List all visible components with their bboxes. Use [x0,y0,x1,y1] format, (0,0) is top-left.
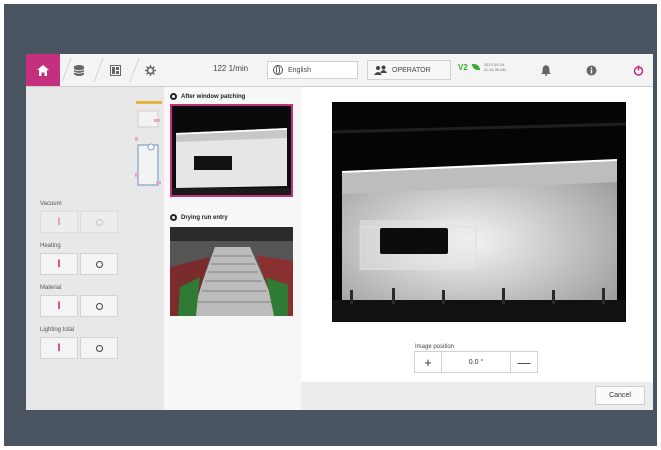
vacuum-off-button [80,211,118,233]
lighting-on-button[interactable]: I [40,337,78,359]
version-label: V2 [458,62,468,72]
home-button[interactable] [26,54,60,86]
logout-button[interactable] [628,54,648,86]
lighting-toggle: I [40,337,120,359]
vacuum-label: Vacuum [40,201,62,207]
globe-icon [273,65,283,75]
user-role-label: OPERATOR [392,66,431,74]
bell-icon [541,64,551,76]
cancel-button[interactable]: Cancel [595,386,645,405]
camera-title: After window patching [170,93,245,100]
material-toggle: I [40,295,120,317]
database-icon [74,64,84,76]
hmi-screen: 122 1/min English OPERATOR V2 2013-09-18… [26,54,653,410]
heating-toggle: I [40,253,120,275]
language-label: English [288,66,311,74]
heating-off-button[interactable] [80,253,118,275]
camera-feed-image [172,106,291,195]
material-off-button[interactable] [80,295,118,317]
machine-overview-minimap[interactable] [134,97,164,187]
circle-icon [95,260,103,268]
settings-button[interactable] [141,54,159,86]
power-icon [633,65,643,76]
users-icon [374,65,387,75]
circle-icon [95,302,103,310]
image-position-increase-button[interactable]: + [415,352,441,372]
material-label: Material [40,285,62,291]
home-icon [37,64,49,76]
version-timestamp: 2013-09-18 11:16:35 AM [484,62,506,72]
image-position-label: Image position [415,344,455,350]
database-button[interactable] [70,54,88,86]
info-icon [586,65,596,75]
camera-icon [170,93,177,100]
camera-detail-panel: Image position + 0.0 ° — Cancel [301,87,653,410]
camera-feed-image [170,227,293,316]
camera-list-panel: After window patching Drying run entry [164,87,301,410]
top-bar: 122 1/min English OPERATOR V2 2013-09-18… [26,54,653,87]
language-selector[interactable]: English [267,61,358,79]
layout-icon [109,64,121,76]
machine-controls-panel: Vacuum I Heating I Material I Lighting t… [26,87,164,410]
heating-label: Heating [40,243,61,249]
gear-icon [144,64,156,76]
circle-icon [95,344,103,352]
layout-button[interactable] [106,54,124,86]
leaf-icon [471,64,480,70]
camera-main-view[interactable] [332,102,626,322]
camera-icon [170,214,177,221]
image-position-decrease-button[interactable]: — [511,352,537,372]
camera-thumbnail-drying-run[interactable] [170,227,293,316]
material-on-button[interactable]: I [40,295,78,317]
version-info: V2 2013-09-18 11:16:35 AM [458,62,506,72]
user-role-selector[interactable]: OPERATOR [367,60,451,80]
lighting-off-button[interactable] [80,337,118,359]
vacuum-on-button: I [40,211,78,233]
notifications-button[interactable] [536,54,556,86]
vacuum-toggle: I [40,211,120,233]
lighting-label: Lighting total [40,327,75,333]
dialog-footer: Cancel [301,382,653,410]
version-time: 11:16:35 AM [483,67,506,72]
device-frame: 122 1/min English OPERATOR V2 2013-09-18… [4,4,657,446]
camera-thumbnail-window-patching[interactable] [170,104,293,197]
info-button[interactable] [581,54,601,86]
heating-on-button[interactable]: I [40,253,78,275]
image-position-stepper: + 0.0 ° — [414,351,538,373]
image-position-value[interactable]: 0.0 ° [441,352,511,372]
camera-title: Drying run entry [170,214,228,221]
camera-main-image [332,102,626,322]
machine-speed: 122 1/min [213,64,249,73]
circle-icon [95,218,103,226]
